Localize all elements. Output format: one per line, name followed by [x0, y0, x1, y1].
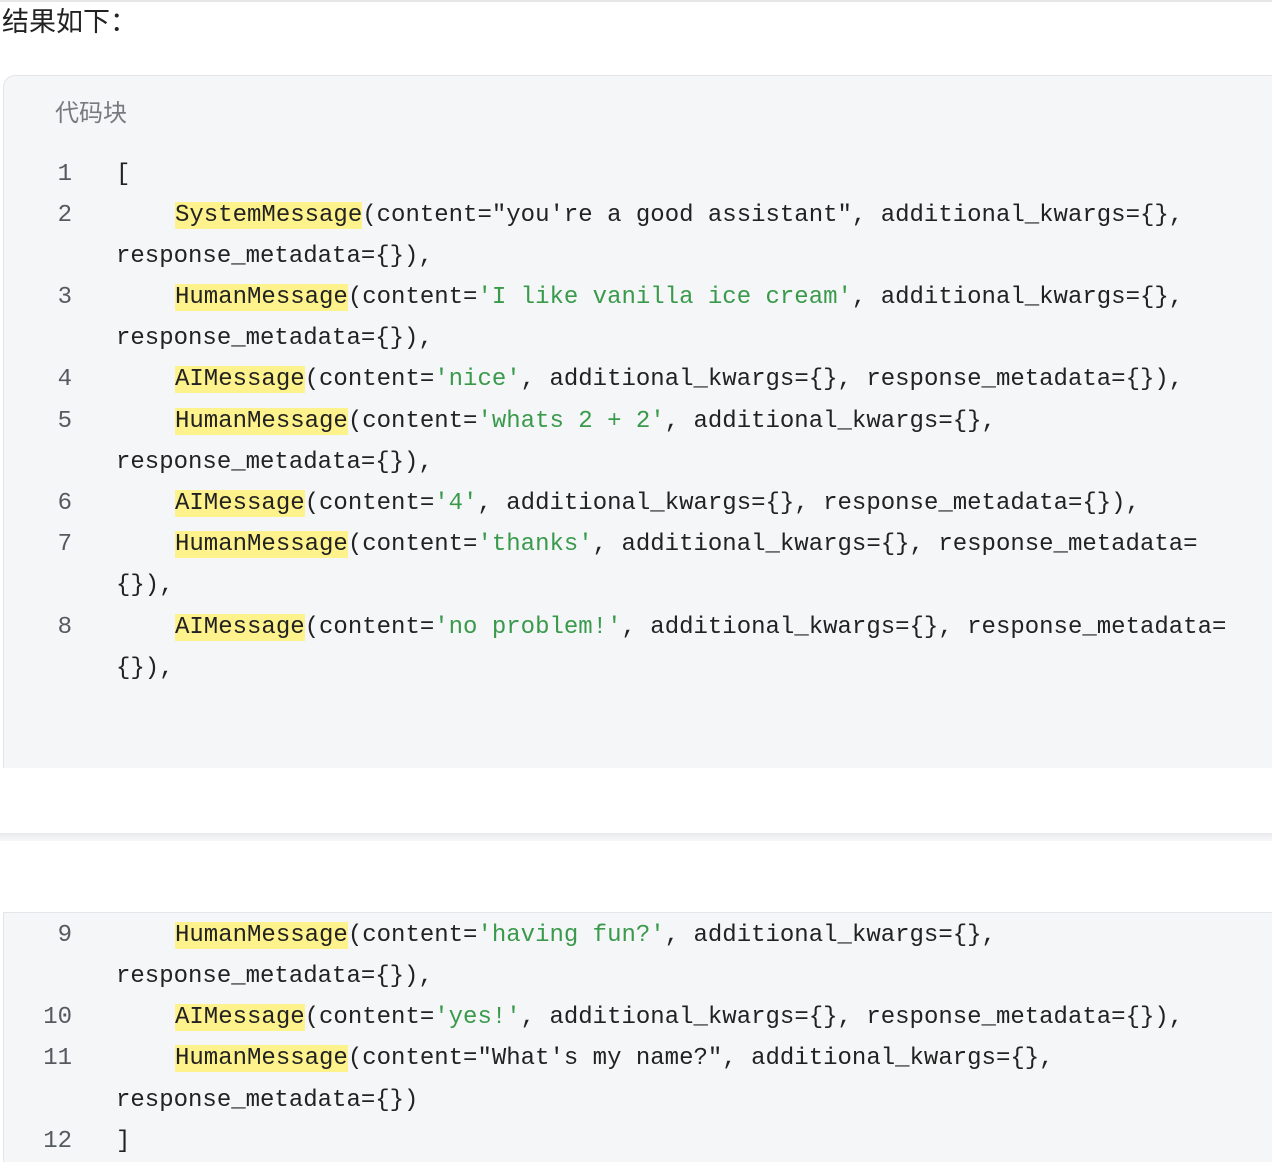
code-block-label: 代码块 — [55, 100, 127, 127]
string-literal: "you're a good assistant" — [491, 202, 852, 229]
code-text: response_metadata={}), — [116, 449, 433, 476]
string-literal: 'no problem!' — [434, 614, 622, 641]
top-divider — [0, 0, 1272, 2]
code-text: AIMessage(content='4', additional_kwargs… — [175, 483, 1140, 524]
code-line-continuation: response_metadata={}), — [0, 318, 1272, 359]
code-line: 1 [ — [0, 154, 1272, 195]
code-segment: , additional_kwargs={}, response_metadat… — [520, 1004, 1184, 1031]
code-segment: (content= — [362, 202, 492, 229]
code-segment: , additional_kwargs={}, — [664, 922, 996, 949]
code-line-continuation: response_metadata={}), — [0, 442, 1272, 483]
line-number: 6 — [57, 490, 72, 517]
intro-text: 结果如下： — [2, 7, 137, 37]
code-text: response_metadata={}), — [116, 963, 433, 990]
code-segment: (content= — [304, 614, 435, 641]
code-line: 4 AIMessage(content='nice', additional_k… — [0, 359, 1272, 400]
class-name: SystemMessage — [175, 202, 363, 229]
code-segment: , additional_kwargs={}, — [851, 284, 1184, 311]
code-text: HumanMessage(content="What's my name?", … — [175, 1038, 1054, 1079]
code-segment: , additional_kwargs={}, response_metadat… — [477, 490, 1140, 517]
code-line-continuation: response_metadata={}), — [0, 956, 1272, 997]
line-number: 2 — [57, 202, 72, 229]
line-number: 10 — [43, 1004, 72, 1031]
line-number: 3 — [57, 284, 72, 311]
code-text: {}), — [116, 572, 174, 599]
code-line: 8 AIMessage(content='no problem!', addit… — [0, 607, 1272, 648]
code-line-continuation: response_metadata={}), — [0, 236, 1272, 277]
class-name: HumanMessage — [175, 284, 348, 311]
code-segment: , additional_kwargs={}, response_metadat… — [621, 614, 1227, 641]
class-name: AIMessage — [175, 490, 305, 517]
class-name: AIMessage — [175, 366, 305, 393]
code-line-continuation: response_metadata={}) — [0, 1080, 1272, 1121]
code-line: 6 AIMessage(content='4', additional_kwar… — [0, 483, 1272, 524]
code-line: 9 HumanMessage(content='having fun?', ad… — [0, 915, 1272, 956]
string-literal: "What's my name?" — [477, 1045, 723, 1072]
line-number: 8 — [57, 614, 72, 641]
line-number: 4 — [57, 366, 72, 393]
code-text: HumanMessage(content='having fun?', addi… — [175, 915, 996, 956]
code-text: {}), — [116, 655, 174, 682]
code-segment: , additional_kwargs={}, — [722, 1045, 1054, 1072]
line-number: 7 — [57, 531, 72, 558]
string-literal: 'yes!' — [434, 1004, 521, 1031]
code-line: 11 HumanMessage(content="What's my name?… — [0, 1038, 1272, 1079]
code-text: HumanMessage(content='thanks', additiona… — [175, 524, 1198, 565]
code-text: ] — [116, 1128, 131, 1155]
code-text: AIMessage(content='nice', additional_kwa… — [175, 359, 1183, 400]
code-line: 7 HumanMessage(content='thanks', additio… — [0, 524, 1272, 565]
code-text: response_metadata={}) — [116, 1087, 419, 1114]
code-text: SystemMessage(content="you're a good ass… — [175, 195, 1183, 236]
code-segment: , additional_kwargs={}, response_metadat… — [520, 366, 1184, 393]
line-number: 5 — [57, 408, 72, 435]
code-segment: (content= — [304, 366, 435, 393]
code-segment: , additional_kwargs={}, response_metadat… — [592, 531, 1198, 558]
code-text: AIMessage(content='no problem!', additio… — [175, 607, 1226, 648]
code-segment: (content= — [347, 531, 478, 558]
code-segment: (content= — [304, 1004, 435, 1031]
page-break — [0, 833, 1272, 841]
string-literal: 'I like vanilla ice cream' — [477, 284, 852, 311]
code-text: response_metadata={}), — [116, 243, 433, 270]
line-number: 11 — [43, 1045, 72, 1072]
code-segment: (content= — [304, 490, 435, 517]
string-literal: '4' — [434, 490, 478, 517]
class-name: AIMessage — [175, 1004, 305, 1031]
string-literal: 'thanks' — [477, 531, 593, 558]
class-name: HumanMessage — [175, 922, 348, 949]
code-line: 12 ] — [0, 1121, 1272, 1162]
line-number: 1 — [57, 161, 72, 188]
code-segment: , additional_kwargs={}, — [851, 202, 1184, 229]
line-number: 12 — [43, 1128, 72, 1155]
code-line: 10 AIMessage(content='yes!', additional_… — [0, 997, 1272, 1038]
line-number: 9 — [57, 922, 72, 949]
code-text: HumanMessage(content='whats 2 + 2', addi… — [175, 401, 996, 442]
code-line-continuation: {}), — [0, 565, 1272, 606]
string-literal: 'having fun?' — [477, 922, 665, 949]
code-line-continuation: {}), — [0, 648, 1272, 689]
code-text: [ — [116, 161, 131, 188]
code-text: AIMessage(content='yes!', additional_kwa… — [175, 997, 1183, 1038]
code-segment: (content= — [347, 922, 478, 949]
class-name: HumanMessage — [175, 408, 348, 435]
code-segment: , additional_kwargs={}, — [664, 408, 996, 435]
code-segment: (content= — [347, 408, 478, 435]
string-literal: 'whats 2 + 2' — [477, 408, 665, 435]
code-line: 2 SystemMessage(content="you're a good a… — [0, 195, 1272, 236]
class-name: HumanMessage — [175, 1045, 348, 1072]
code-line: 5 HumanMessage(content='whats 2 + 2', ad… — [0, 401, 1272, 442]
code-segment: (content= — [347, 1045, 478, 1072]
code-text: HumanMessage(content='I like vanilla ice… — [175, 277, 1183, 318]
code-line: 3 HumanMessage(content='I like vanilla i… — [0, 277, 1272, 318]
code-segment: (content= — [347, 284, 478, 311]
class-name: HumanMessage — [175, 531, 348, 558]
code-text: response_metadata={}), — [116, 325, 433, 352]
class-name: AIMessage — [175, 614, 305, 641]
string-literal: 'nice' — [434, 366, 521, 393]
